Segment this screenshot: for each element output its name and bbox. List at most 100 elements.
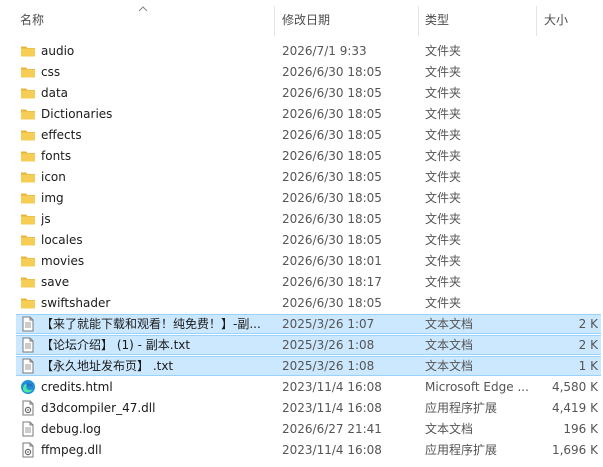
file-date: 2026/6/30 18:17 [282, 275, 382, 289]
file-date: 2026/6/30 18:05 [282, 191, 382, 205]
file-name: data [41, 86, 69, 100]
file-type: 文件夹 [425, 170, 462, 184]
file-size: 2 K [578, 338, 598, 352]
folder-icon [20, 232, 36, 248]
file-type: Microsoft Edge ... [425, 380, 529, 394]
folder-icon [20, 253, 36, 269]
file-date: 2026/6/30 18:05 [282, 212, 382, 226]
column-name-header[interactable]: 名称 [20, 0, 44, 40]
file-date: 2026/6/30 18:05 [282, 233, 382, 247]
file-date: 2023/11/4 16:08 [282, 443, 382, 457]
folder-icon [20, 190, 36, 206]
folder-icon [20, 127, 36, 143]
file-row[interactable]: icon 2026/6/30 18:05 文件夹 [0, 167, 603, 188]
file-row[interactable]: effects 2026/6/30 18:05 文件夹 [0, 125, 603, 146]
file-row[interactable]: fonts 2026/6/30 18:05 文件夹 [0, 146, 603, 167]
text-file-icon [20, 337, 36, 353]
file-row[interactable]: audio 2026/7/1 9:33 文件夹 [0, 41, 603, 62]
file-type: 文件夹 [425, 233, 462, 247]
file-row[interactable]: locales 2026/6/30 18:05 文件夹 [0, 230, 603, 251]
file-name: movies [41, 254, 85, 268]
file-row[interactable]: ffmpeg.dll 2023/11/4 16:08 应用程序扩展 1,696 … [0, 440, 603, 461]
file-date: 2025/3/26 1:07 [282, 317, 375, 331]
file-size [540, 62, 598, 83]
text-file-icon [20, 358, 36, 374]
folder-icon [20, 211, 36, 227]
file-name: js [41, 212, 51, 226]
file-type: 文件夹 [425, 212, 462, 226]
file-name: Dictionaries [41, 107, 113, 121]
file-size [540, 167, 598, 188]
file-name: audio [41, 44, 75, 58]
file-row[interactable]: img 2026/6/30 18:05 文件夹 [0, 188, 603, 209]
file-size [540, 272, 598, 293]
file-name: d3dcompiler_47.dll [41, 401, 156, 415]
file-name: 【永久地址发布页】 .txt [41, 359, 174, 373]
file-type: 文件夹 [425, 128, 462, 142]
file-date: 2025/3/26 1:08 [282, 338, 375, 352]
file-size [540, 83, 598, 104]
file-type: 文件夹 [425, 191, 462, 205]
file-row[interactable]: movies 2026/6/30 18:01 文件夹 [0, 251, 603, 272]
file-type: 应用程序扩展 [425, 401, 498, 415]
file-row[interactable]: save 2026/6/30 18:17 文件夹 [0, 272, 603, 293]
file-name: icon [41, 170, 66, 184]
file-type: 文件夹 [425, 296, 462, 310]
file-list: audio 2026/7/1 9:33 文件夹 css 2026/6/30 18… [0, 41, 603, 461]
file-size [540, 230, 598, 251]
file-name: debug.log [41, 422, 101, 436]
column-header: 名称 修改日期 类型 大小 [0, 0, 603, 40]
file-row[interactable]: credits.html 2023/11/4 16:08 Microsoft E… [0, 377, 603, 398]
file-size [540, 293, 598, 314]
file-row[interactable]: js 2026/6/30 18:05 文件夹 [0, 209, 603, 230]
file-row[interactable]: 【永久地址发布页】 .txt 2025/3/26 1:08 文本文档 1 K [0, 356, 603, 377]
file-date: 2026/6/30 18:05 [282, 86, 382, 100]
file-size [540, 251, 598, 272]
file-date: 2026/6/30 18:05 [282, 170, 382, 184]
file-type: 文件夹 [425, 44, 462, 58]
file-size [540, 188, 598, 209]
file-date: 2026/6/30 18:05 [282, 128, 382, 142]
file-type: 文件夹 [425, 65, 462, 79]
file-size: 1 K [578, 359, 598, 373]
file-row[interactable]: d3dcompiler_47.dll 2023/11/4 16:08 应用程序扩… [0, 398, 603, 419]
file-date: 2026/6/30 18:05 [282, 65, 382, 79]
file-date: 2026/6/30 18:05 [282, 107, 382, 121]
file-name: img [41, 191, 64, 205]
file-row[interactable]: swiftshader 2026/6/30 18:05 文件夹 [0, 293, 603, 314]
file-size [540, 146, 598, 167]
file-size: 1,696 K [551, 443, 598, 457]
file-name: fonts [41, 149, 72, 163]
file-row[interactable]: 【来了就能下载和观看！纯免费！】-副... 2025/3/26 1:07 文本文… [0, 314, 603, 335]
file-row[interactable]: css 2026/6/30 18:05 文件夹 [0, 62, 603, 83]
column-date-header[interactable]: 修改日期 [282, 0, 330, 40]
file-name: save [41, 275, 70, 289]
file-date: 2026/6/27 21:41 [282, 422, 382, 436]
column-size-header[interactable]: 大小 [544, 0, 568, 40]
file-name: credits.html [41, 380, 113, 394]
file-type: 文件夹 [425, 254, 462, 268]
file-type: 应用程序扩展 [425, 443, 498, 457]
file-row[interactable]: debug.log 2026/6/27 21:41 文本文档 196 K [0, 419, 603, 440]
file-date: 2026/6/30 18:05 [282, 296, 382, 310]
column-type-header[interactable]: 类型 [425, 0, 449, 40]
file-date: 2023/11/4 16:08 [282, 401, 382, 415]
file-name: effects [41, 128, 82, 142]
file-row[interactable]: Dictionaries 2026/6/30 18:05 文件夹 [0, 104, 603, 125]
sort-ascending-icon [138, 6, 148, 12]
file-name: locales [41, 233, 83, 247]
file-size [540, 41, 598, 62]
file-type: 文本文档 [425, 359, 474, 373]
file-type: 文件夹 [425, 149, 462, 163]
file-type: 文本文档 [425, 317, 474, 331]
file-row[interactable]: data 2026/6/30 18:05 文件夹 [0, 83, 603, 104]
text-file-icon [20, 421, 36, 437]
column-divider[interactable] [274, 6, 275, 36]
folder-icon [20, 295, 36, 311]
folder-icon [20, 148, 36, 164]
file-name: css [41, 65, 61, 79]
column-divider[interactable] [536, 6, 537, 36]
column-divider[interactable] [418, 6, 419, 36]
dll-file-icon [20, 400, 36, 416]
file-row[interactable]: 【论坛介绍】 (1) - 副本.txt 2025/3/26 1:08 文本文档 … [0, 335, 603, 356]
